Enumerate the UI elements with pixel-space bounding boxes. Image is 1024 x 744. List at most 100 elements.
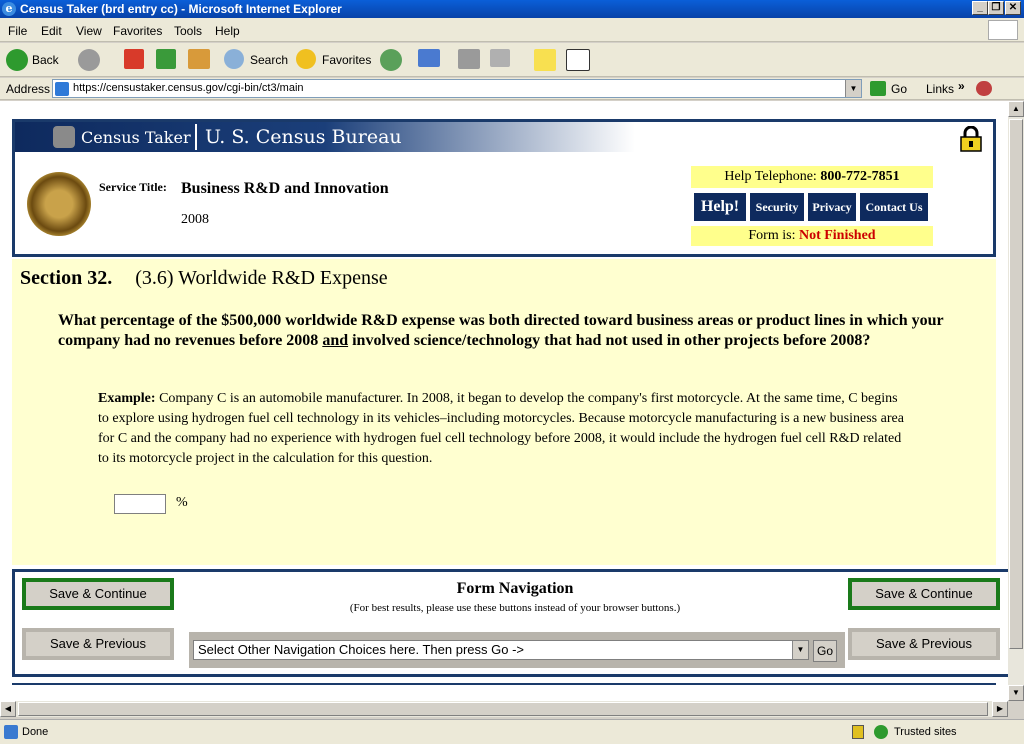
help-phone-number: 800-772-7851 xyxy=(820,169,900,184)
menu-view[interactable]: View xyxy=(76,24,102,38)
forward-arrow-icon[interactable] xyxy=(78,49,100,71)
lock-icon xyxy=(960,126,982,152)
help-button[interactable]: Help! xyxy=(693,192,747,222)
help-phone-box: Help Telephone: 800-772-7851 xyxy=(691,166,933,188)
stop-icon[interactable] xyxy=(124,49,144,69)
question-section: Section 32. (3.6) Worldwide R&D Expense … xyxy=(12,259,996,565)
commerce-seal-icon xyxy=(27,172,91,236)
section-title: (3.6) Worldwide R&D Expense xyxy=(135,267,388,289)
example-label: Example: xyxy=(98,391,156,406)
security-zone-text: Trusted sites xyxy=(894,726,957,738)
privacy-button[interactable]: Privacy xyxy=(807,192,857,222)
address-bar: Address https://censustaker.census.gov/c… xyxy=(0,78,1024,100)
status-text: Done xyxy=(22,726,49,738)
security-button[interactable]: Security xyxy=(749,192,805,222)
ie-icon: e xyxy=(2,2,16,16)
mail-icon[interactable] xyxy=(418,49,440,67)
save-continue-button-left[interactable]: Save & Continue xyxy=(22,578,174,610)
question-and: and xyxy=(322,332,349,349)
favorites-star-icon[interactable] xyxy=(296,49,316,69)
question-text: What percentage of the $500,000 worldwid… xyxy=(58,311,958,351)
navigation-select-value: Select Other Navigation Choices here. Th… xyxy=(198,642,525,657)
secure-lock-icon xyxy=(852,725,864,739)
chevron-right-icon[interactable]: » xyxy=(958,79,965,93)
page-done-icon xyxy=(4,725,18,739)
form-status-box: Form is: Not Finished xyxy=(691,226,933,246)
page-viewport: Census Taker U. S. Census Bureau Service… xyxy=(0,101,1008,701)
address-input[interactable]: https://censustaker.census.gov/cgi-bin/c… xyxy=(52,79,862,98)
section-heading: Section 32. (3.6) Worldwide R&D Expense xyxy=(20,267,388,290)
page-icon xyxy=(55,82,69,96)
help-phone-label: Help Telephone: xyxy=(724,169,817,184)
bureau-name: U. S. Census Bureau xyxy=(205,126,402,148)
address-label: Address xyxy=(6,82,51,96)
links-button[interactable]: Links xyxy=(926,82,954,96)
navigation-go-button[interactable]: Go xyxy=(813,640,837,662)
save-previous-button-right[interactable]: Save & Previous xyxy=(848,628,1000,660)
menu-favorites[interactable]: Favorites xyxy=(113,24,162,38)
app-name: Census Taker xyxy=(81,128,191,147)
go-arrow-icon[interactable] xyxy=(870,81,886,96)
service-title-label: Service Title: xyxy=(99,180,167,194)
search-button[interactable]: Search xyxy=(250,53,288,67)
status-bar: Done Trusted sites xyxy=(0,719,1024,744)
scroll-right-icon[interactable]: ▶ xyxy=(992,701,1008,717)
menu-help[interactable]: Help xyxy=(215,24,240,38)
vertical-scroll-thumb[interactable] xyxy=(1009,119,1023,649)
horizontal-scrollbar[interactable]: ◀ ▶ xyxy=(0,701,1008,717)
save-previous-button-left[interactable]: Save & Previous xyxy=(22,628,174,660)
note-icon[interactable] xyxy=(534,49,556,71)
example-text: Example: Company C is an automobile manu… xyxy=(98,389,910,469)
search-icon[interactable] xyxy=(224,49,244,69)
favorites-button[interactable]: Favorites xyxy=(322,53,371,67)
maximize-button[interactable]: ❐ xyxy=(988,1,1004,15)
print-icon[interactable] xyxy=(458,49,480,69)
page-header: Census Taker U. S. Census Bureau Service… xyxy=(12,119,996,257)
save-continue-button-right[interactable]: Save & Continue xyxy=(848,578,1000,610)
service-title: Business R&D and Innovation xyxy=(181,180,389,197)
census-banner: Census Taker U. S. Census Bureau xyxy=(15,122,635,152)
menu-tools[interactable]: Tools xyxy=(174,24,202,38)
scroll-corner xyxy=(1008,701,1024,717)
contact-us-button[interactable]: Contact Us xyxy=(859,192,929,222)
menu-file[interactable]: File xyxy=(8,24,27,38)
vertical-scrollbar[interactable]: ▲ ▼ xyxy=(1008,101,1024,701)
back-button[interactable]: Back xyxy=(32,53,59,67)
census-taker-logo-icon xyxy=(53,126,75,148)
title-bar: e Census Taker (brd entry cc) - Microsof… xyxy=(0,0,1024,18)
go-button[interactable]: Go xyxy=(891,82,907,96)
toolbar: Back Search Favorites xyxy=(0,43,1024,77)
navigation-select-wrapper: Select Other Navigation Choices here. Th… xyxy=(189,632,845,668)
navigation-select[interactable]: Select Other Navigation Choices here. Th… xyxy=(193,640,809,660)
form-status-value: Not Finished xyxy=(798,228,876,243)
scroll-up-icon[interactable]: ▲ xyxy=(1008,101,1024,117)
edit-icon[interactable] xyxy=(490,49,510,67)
form-navigation-subtitle: (For best results, please use these butt… xyxy=(349,602,681,614)
toolbar-plugin-icon[interactable] xyxy=(976,81,992,96)
address-dropdown-icon[interactable]: ▼ xyxy=(845,80,861,97)
trusted-zone-icon xyxy=(874,725,888,739)
menu-edit[interactable]: Edit xyxy=(41,24,62,38)
scroll-left-icon[interactable]: ◀ xyxy=(0,701,16,717)
survey-year: 2008 xyxy=(181,212,209,227)
refresh-icon[interactable] xyxy=(156,49,176,69)
back-arrow-icon[interactable] xyxy=(6,49,28,71)
close-button[interactable]: ✕ xyxy=(1005,1,1021,15)
window-icon[interactable] xyxy=(566,49,590,71)
window-title: Census Taker (brd entry cc) - Microsoft … xyxy=(20,2,342,16)
percent-input[interactable] xyxy=(114,494,166,514)
form-navigation-title: Form Navigation xyxy=(456,580,574,597)
horizontal-scroll-thumb[interactable] xyxy=(18,702,988,716)
home-icon[interactable] xyxy=(188,49,210,69)
minimize-button[interactable]: _ xyxy=(972,1,988,15)
form-status-label: Form is: xyxy=(748,228,796,243)
question-part-2: involved science/technology that had not… xyxy=(348,332,871,349)
select-dropdown-icon[interactable]: ▼ xyxy=(792,641,808,659)
history-icon[interactable] xyxy=(380,49,402,71)
section-number: Section 32. xyxy=(20,267,113,289)
page-divider xyxy=(12,683,996,685)
windows-logo-icon xyxy=(988,20,1018,40)
menu-bar: File Edit View Favorites Tools Help xyxy=(0,18,1024,42)
scroll-down-icon[interactable]: ▼ xyxy=(1008,685,1024,701)
banner-divider xyxy=(195,124,197,150)
